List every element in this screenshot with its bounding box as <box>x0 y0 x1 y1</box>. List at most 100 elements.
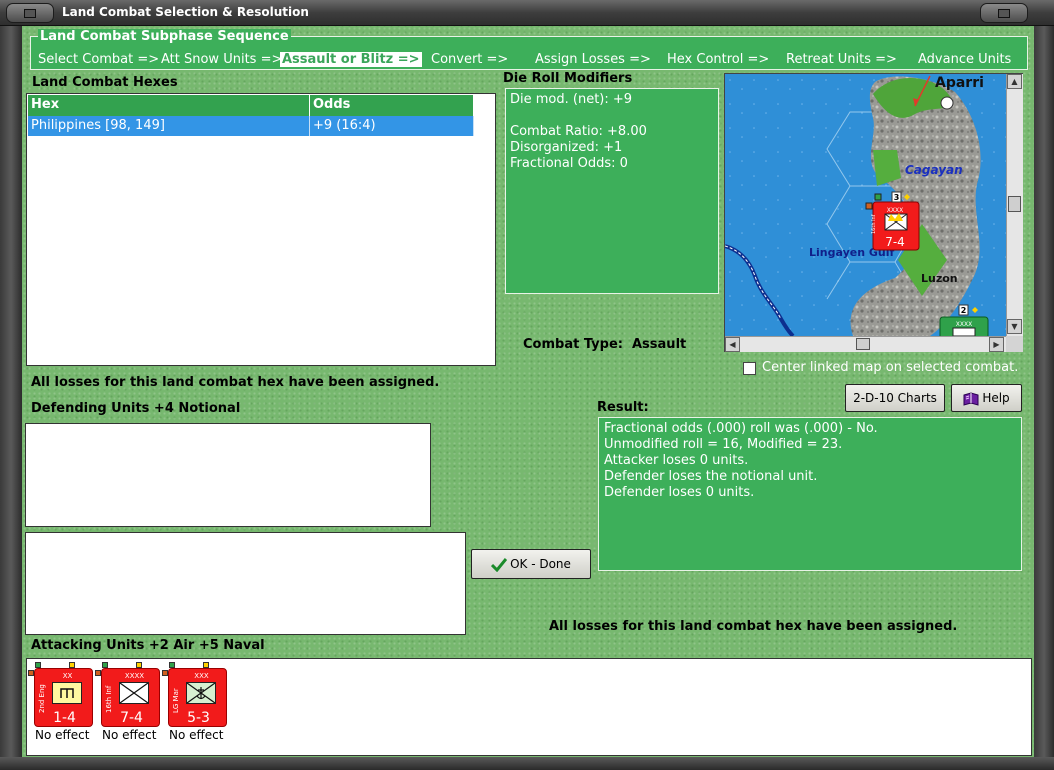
unit-result: No effect <box>35 728 90 742</box>
unit-result: No effect <box>102 728 157 742</box>
help-book-icon <box>963 391 979 406</box>
infantry-icon <box>119 682 149 704</box>
table-row-odds-cell[interactable]: +9 (16:4) <box>310 116 474 136</box>
land-combat-hexes-table[interactable]: Hex Odds Philippines [98, 149] +9 (16:4) <box>26 93 496 366</box>
subphase-sequence-title: Land Combat Subphase Sequence <box>38 29 291 44</box>
unit-result: No effect <box>169 728 224 742</box>
result-line-fractional: Fractional odds (.000) roll was (.000) -… <box>604 421 878 436</box>
checkmark-icon <box>491 557 508 572</box>
window-title: Land Combat Selection & Resolution <box>62 5 309 19</box>
system-menu-button[interactable] <box>6 3 54 23</box>
status-pip-icon <box>69 662 75 668</box>
unit-strength: 5-3 <box>187 710 210 726</box>
ok-done-button[interactable]: OK - Done <box>471 549 591 579</box>
modifier-combat-ratio: Combat Ratio: +8.00 <box>510 124 647 139</box>
map-horizontal-scrollbar[interactable]: ◀ ▶ <box>725 336 1006 352</box>
result-heading: Result: <box>597 400 649 415</box>
unit-name: LG Mar <box>172 688 180 713</box>
scroll-up-button[interactable]: ▲ <box>1007 74 1022 89</box>
map-unit2-stack: 2 <box>961 306 967 315</box>
modifier-disorganized: Disorganized: +1 <box>510 140 623 155</box>
vertical-scroll-thumb[interactable] <box>1008 196 1021 212</box>
status-pip-icon <box>102 662 108 668</box>
window-left-border <box>0 26 22 770</box>
unit-size: XXX <box>194 672 209 680</box>
title-bar: Land Combat Selection & Resolution <box>0 0 1054 26</box>
status-pip-icon <box>203 662 209 668</box>
attacker-unit-lg-mar[interactable]: LG Mar XXX 5-3 <box>162 662 227 727</box>
map-unit-size: XXXX <box>887 207 903 214</box>
unit-size: XXXX <box>124 672 145 680</box>
attacking-units-heading: Attacking Units +2 Air +5 Naval <box>31 638 265 653</box>
marine-icon <box>186 682 216 704</box>
charts-button[interactable]: 2-D-10 Charts <box>845 384 945 412</box>
status-pip-icon <box>136 662 142 668</box>
modifier-net: Die mod. (net): +9 <box>510 92 633 107</box>
die-roll-modifiers-heading: Die Roll Modifiers <box>503 71 633 86</box>
result-panel: Fractional odds (.000) roll was (.000) -… <box>598 417 1022 571</box>
map-unit2-symbol <box>952 327 976 336</box>
scroll-corner <box>1006 336 1023 352</box>
scroll-down-button[interactable]: ▼ <box>1007 319 1022 334</box>
map-unit-strength: 7-4 <box>885 235 905 249</box>
window-icon <box>24 9 36 18</box>
column-header-odds[interactable]: Odds <box>310 95 474 116</box>
notional-units-list[interactable] <box>25 532 466 635</box>
defending-units-heading: Defending Units +4 Notional <box>31 401 241 416</box>
horizontal-scroll-thumb[interactable] <box>856 338 870 350</box>
die-roll-modifiers-panel: Die mod. (net): +9 Combat Ratio: +8.00 D… <box>505 88 719 294</box>
modifier-fractional-odds: Fractional Odds: 0 <box>510 156 628 171</box>
attacker-unit-2nd-eng[interactable]: 2nd Eng XX 1-4 <box>28 662 93 727</box>
map-unit2-size: XXXX <box>956 321 972 328</box>
status-pip-icon <box>865 202 873 210</box>
attacker-unit-16th-inf[interactable]: 16th Inf XXXX 7-4 <box>95 662 160 727</box>
map-unit-name: 16th Inf <box>871 214 877 234</box>
seq-step-convert: Convert => <box>431 52 509 67</box>
unit-size: XX <box>62 672 73 680</box>
status-pip-icon <box>169 662 175 668</box>
map-canvas[interactable]: Aparri Cagayan Lingayen Gulf Luzon XXXX … <box>725 74 1006 336</box>
status-pip-icon <box>162 670 168 676</box>
result-line-roll: Unmodified roll = 16, Modified = 23. <box>604 437 843 452</box>
maximize-icon <box>998 9 1010 18</box>
column-header-hex[interactable]: Hex <box>28 95 310 116</box>
combat-type-value: Assault <box>632 337 687 352</box>
table-row-hex-cell[interactable]: Philippines [98, 149] <box>28 116 310 136</box>
defending-units-list[interactable] <box>25 423 431 527</box>
map-label-cagayan: Cagayan <box>905 163 963 177</box>
seq-step-select-combat: Select Combat => <box>38 52 160 67</box>
seq-step-assign-losses: Assign Losses => <box>535 52 651 67</box>
unit-strength: 1-4 <box>53 710 76 726</box>
result-line-defender: Defender loses 0 units. <box>604 485 755 500</box>
help-button[interactable]: Help <box>951 384 1022 412</box>
hex-loss-status: All losses for this land combat hex have… <box>31 375 440 390</box>
window-right-border <box>1034 26 1054 770</box>
status-pip-icon <box>35 662 41 668</box>
combat-type-label: Combat Type: <box>523 337 623 352</box>
result-line-notional: Defender loses the notional unit. <box>604 469 818 484</box>
center-linked-map-checkbox[interactable] <box>743 362 756 375</box>
unit-strength: 7-4 <box>120 710 143 726</box>
port-icon <box>940 96 954 110</box>
seq-step-advance-units: Advance Units <box>918 52 1012 67</box>
linked-map[interactable]: Aparri Cagayan Lingayen Gulf Luzon XXXX … <box>724 73 1023 352</box>
charts-button-label: 2-D-10 Charts <box>853 391 937 405</box>
engineer-icon <box>52 682 82 704</box>
result-line-attacker: Attacker loses 0 units. <box>604 453 749 468</box>
status-pip-icon <box>95 670 101 676</box>
map-label-luzon: Luzon <box>921 272 958 285</box>
center-linked-map-label[interactable]: Center linked map on selected combat. <box>762 360 1018 375</box>
unit-name: 2nd Eng <box>38 684 46 713</box>
window-bottom-border <box>0 757 1054 770</box>
land-combat-hexes-heading: Land Combat Hexes <box>32 75 178 90</box>
help-button-label: Help <box>982 391 1010 405</box>
result-loss-status: All losses for this land combat hex have… <box>549 619 958 634</box>
map-unit-stack: 3 <box>894 193 900 202</box>
map-label-aparri: Aparri <box>935 75 984 91</box>
scroll-left-button[interactable]: ◀ <box>725 337 740 352</box>
modifier-spacer <box>510 108 714 124</box>
map-vertical-scrollbar[interactable]: ▲ ▼ <box>1006 74 1023 336</box>
status-pip-icon <box>874 193 882 201</box>
maximize-button[interactable] <box>980 3 1028 23</box>
scroll-right-button[interactable]: ▶ <box>989 337 1004 352</box>
